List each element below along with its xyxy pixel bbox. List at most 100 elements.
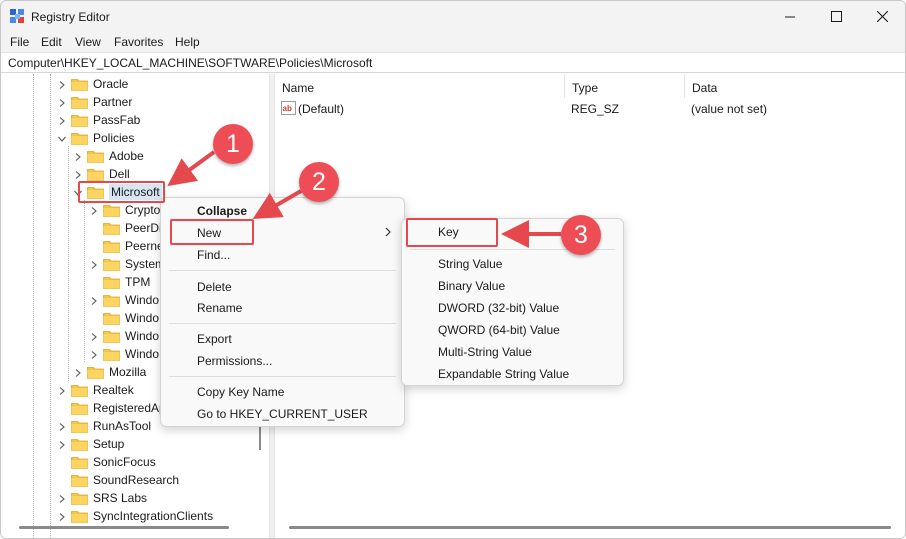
submenu-item-binary-value[interactable]: Binary Value (402, 275, 623, 297)
tree-item[interactable]: Realtek (57, 381, 134, 399)
address-path[interactable]: Computer\HKEY_LOCAL_MACHINE\SOFTWARE\Pol… (8, 56, 372, 70)
tree-item[interactable]: TPM (89, 273, 150, 291)
tree-item[interactable]: Crypto (89, 201, 160, 219)
tree-item-label: Dell (109, 167, 130, 181)
menu-item-goto-hkcu[interactable]: Go to HKEY_CURRENT_USER (161, 403, 404, 425)
menu-view[interactable]: View (75, 35, 101, 49)
tree-item[interactable]: SonicFocus (57, 453, 156, 471)
chevron-right-icon[interactable] (89, 295, 99, 305)
menu-item-export[interactable]: Export (161, 328, 404, 350)
minimize-button[interactable] (767, 1, 813, 32)
submenu-item-qword-value[interactable]: QWORD (64-bit) Value (402, 319, 623, 341)
chevron-right-icon[interactable] (57, 439, 67, 449)
menu-help[interactable]: Help (175, 35, 200, 49)
chevron-right-icon[interactable] (89, 331, 99, 341)
chevron-right-icon[interactable] (57, 79, 67, 89)
chevron-down-icon[interactable] (57, 133, 67, 143)
folder-icon (103, 222, 120, 235)
tree-item-label: Oracle (93, 77, 129, 91)
submenu-item-string-value[interactable]: String Value (402, 253, 623, 275)
folder-icon (71, 402, 88, 415)
column-header-type[interactable]: Type (565, 74, 685, 98)
menu-item-delete[interactable]: Delete (161, 276, 404, 298)
menu-item-permissions[interactable]: Permissions... (161, 350, 404, 372)
chevron-right-icon[interactable] (73, 151, 83, 161)
tree-item-label: Policies (93, 131, 135, 145)
tree-item[interactable]: RegisteredAp (57, 399, 166, 417)
tree-item-label: Mozilla (109, 365, 147, 379)
chevron-right-icon[interactable] (57, 97, 67, 107)
value-type: REG_SZ (571, 102, 620, 116)
tree-item[interactable]: Windo (89, 309, 159, 327)
chevron-right-icon[interactable] (57, 115, 67, 125)
folder-icon (71, 384, 88, 397)
chevron-right-icon[interactable] (57, 493, 67, 503)
tree-item[interactable]: PeerDi (89, 219, 162, 237)
chevron-right-icon[interactable] (89, 205, 99, 215)
chevron-right-icon[interactable] (89, 349, 99, 359)
tree-scrollbar-thumb[interactable] (259, 426, 261, 450)
tree-item[interactable]: PassFab (57, 111, 140, 129)
tree-item[interactable]: Adobe (73, 147, 144, 165)
tree-item-label: Adobe (109, 149, 144, 163)
tree-item-label: Partner (93, 95, 133, 109)
tree-item[interactable]: Setup (57, 435, 124, 453)
menu-item-copy-key-name[interactable]: Copy Key Name (161, 381, 404, 403)
value-row[interactable]: ab (Default) REG_SZ (value not set) (275, 100, 905, 118)
title-bar[interactable]: Registry Editor (1, 1, 905, 32)
chevron-right-icon[interactable] (73, 367, 83, 377)
menu-item-find[interactable]: Find... (161, 244, 404, 266)
tree-item[interactable]: RunAsTool (57, 417, 151, 435)
tree-item-label: System (125, 257, 166, 271)
chevron-right-icon[interactable] (57, 511, 67, 521)
menu-favorites[interactable]: Favorites (114, 35, 163, 49)
submenu-item-expandable-string-value[interactable]: Expandable String Value (402, 363, 623, 385)
menu-file[interactable]: File (10, 35, 29, 49)
chevron-right-icon[interactable] (57, 421, 67, 431)
tree-item[interactable]: Peerne (89, 237, 164, 255)
menu-separator (169, 323, 396, 324)
tree-item[interactable]: Policies (57, 129, 134, 147)
maximize-button[interactable] (813, 1, 859, 32)
column-header-name[interactable]: Name (275, 74, 565, 98)
tree-item[interactable]: Mozilla (73, 363, 146, 381)
tree-item[interactable]: Windo (89, 327, 159, 345)
close-button[interactable] (859, 1, 905, 32)
tree-item-label: Windo (125, 329, 160, 343)
submenu-item-dword-value[interactable]: DWORD (32-bit) Value (402, 297, 623, 319)
value-data: (value not set) (691, 102, 768, 116)
folder-icon (71, 420, 88, 433)
tree-item[interactable]: Partner (57, 93, 132, 111)
tree-item-label: SyncIntegrationClients (93, 509, 214, 523)
address-bar[interactable]: Computer\HKEY_LOCAL_MACHINE\SOFTWARE\Pol… (1, 52, 905, 73)
tree-item-label: TPM (125, 275, 151, 289)
registry-editor-window: Registry Editor File Edit View Favorites… (0, 0, 906, 539)
values-horizontal-scrollbar[interactable] (289, 526, 891, 529)
tree-item[interactable]: SoundResearch (57, 471, 179, 489)
chevron-right-icon[interactable] (57, 385, 67, 395)
tree-item[interactable]: Windo (89, 291, 159, 309)
chevron-right-icon[interactable] (73, 169, 83, 179)
menu-edit[interactable]: Edit (41, 35, 62, 49)
menu-item-rename[interactable]: Rename (161, 297, 404, 319)
step-3-badge: 3 (561, 215, 601, 255)
tree-item[interactable]: Oracle (57, 75, 128, 93)
tree-item[interactable]: SRS Labs (57, 489, 147, 507)
tree-item-label: Realtek (93, 383, 134, 397)
column-header-data[interactable]: Data (685, 74, 905, 98)
tree-item[interactable]: Windo (89, 345, 159, 363)
submenu-item-multi-string-value[interactable]: Multi-String Value (402, 341, 623, 363)
tree-horizontal-scrollbar[interactable] (19, 526, 229, 529)
menu-bar: File Edit View Favorites Help (1, 32, 905, 52)
tree-item[interactable]: SyncIntegrationClients (57, 507, 213, 525)
tree-item[interactable]: System (89, 255, 165, 273)
menu-separator (169, 270, 396, 271)
chevron-right-icon[interactable] (89, 259, 99, 269)
folder-icon (103, 348, 120, 361)
step-1-badge: 1 (213, 124, 253, 164)
folder-icon (87, 366, 104, 379)
